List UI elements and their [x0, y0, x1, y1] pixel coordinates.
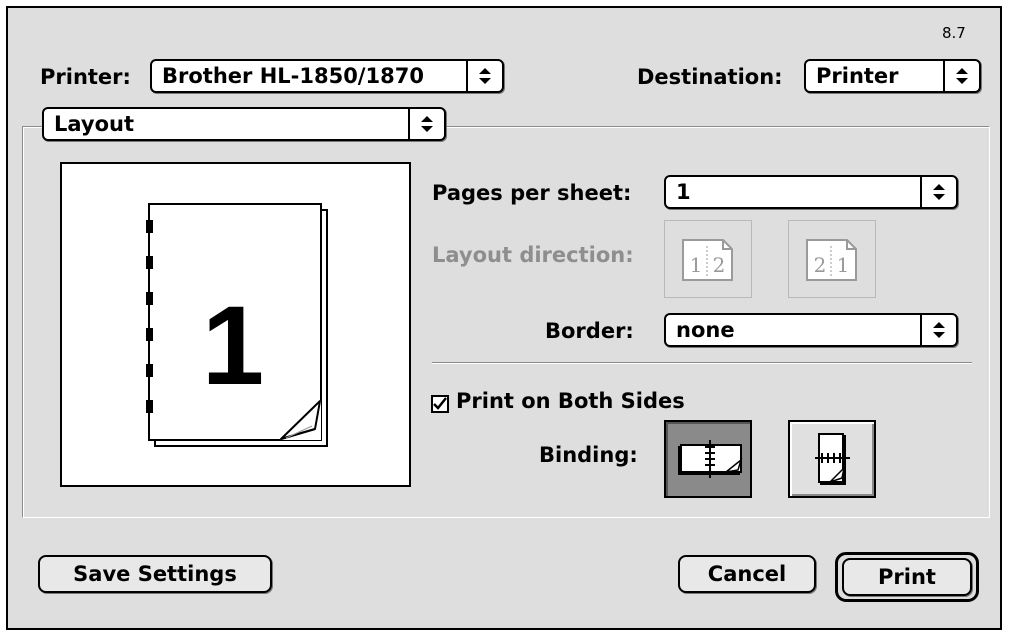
printer-value: Brother HL-1850/1870	[162, 64, 424, 88]
short-edge-binding-icon	[815, 433, 850, 485]
long-edge-binding-icon	[678, 440, 743, 478]
popup-arrows-icon	[466, 61, 502, 91]
duplex-checkbox[interactable]	[431, 395, 449, 413]
preview-page-number: 1	[202, 283, 264, 408]
layout-direction-label: Layout direction:	[432, 243, 634, 267]
version-label: 8.7	[942, 24, 966, 42]
duplex-label[interactable]: Print on Both Sides	[456, 389, 685, 413]
border-label: Border:	[545, 319, 634, 343]
page-preview-icon: 1	[146, 203, 328, 447]
popup-arrows-icon	[920, 315, 956, 345]
layout-preview: 1	[60, 162, 411, 487]
binding-short-edge-button[interactable]	[788, 420, 876, 498]
printer-popup[interactable]: Brother HL-1850/1870	[150, 59, 504, 93]
print-dialog: 8.7 Printer: Brother HL-1850/1870 Destin…	[6, 6, 1002, 630]
section-divider	[432, 362, 972, 364]
layout-direction-digit: 2	[814, 253, 827, 277]
print-button[interactable]: Print	[842, 558, 972, 596]
border-popup[interactable]: none	[664, 313, 958, 347]
layout-direction-digit: 2	[713, 253, 726, 277]
layout-direction-right-to-left-button[interactable]: 2 1	[788, 220, 876, 298]
popup-arrows-icon	[408, 109, 444, 139]
destination-popup[interactable]: Printer	[804, 59, 981, 93]
page-order-icon: 2 1	[806, 239, 857, 281]
cancel-button[interactable]: Cancel	[678, 555, 816, 593]
panel-value: Layout	[54, 112, 135, 136]
popup-arrows-icon	[943, 61, 979, 91]
border-value: none	[676, 318, 735, 342]
layout-direction-digit: 1	[690, 253, 703, 277]
page-order-icon: 1 2	[682, 239, 733, 281]
printer-label: Printer:	[40, 65, 131, 89]
destination-label: Destination:	[637, 65, 783, 89]
pages-per-sheet-value: 1	[676, 180, 691, 204]
panel-popup[interactable]: Layout	[42, 107, 446, 141]
checkmark-icon	[433, 397, 447, 410]
popup-arrows-icon	[920, 177, 956, 207]
save-settings-button[interactable]: Save Settings	[38, 555, 272, 593]
binding-long-edge-button[interactable]	[664, 420, 752, 498]
pages-per-sheet-popup[interactable]: 1	[664, 175, 958, 209]
destination-value: Printer	[816, 64, 899, 88]
layout-direction-digit: 1	[837, 253, 850, 277]
pages-per-sheet-label: Pages per sheet:	[432, 181, 632, 205]
layout-direction-left-to-right-button[interactable]: 1 2	[664, 220, 752, 298]
binding-label: Binding:	[539, 443, 638, 467]
